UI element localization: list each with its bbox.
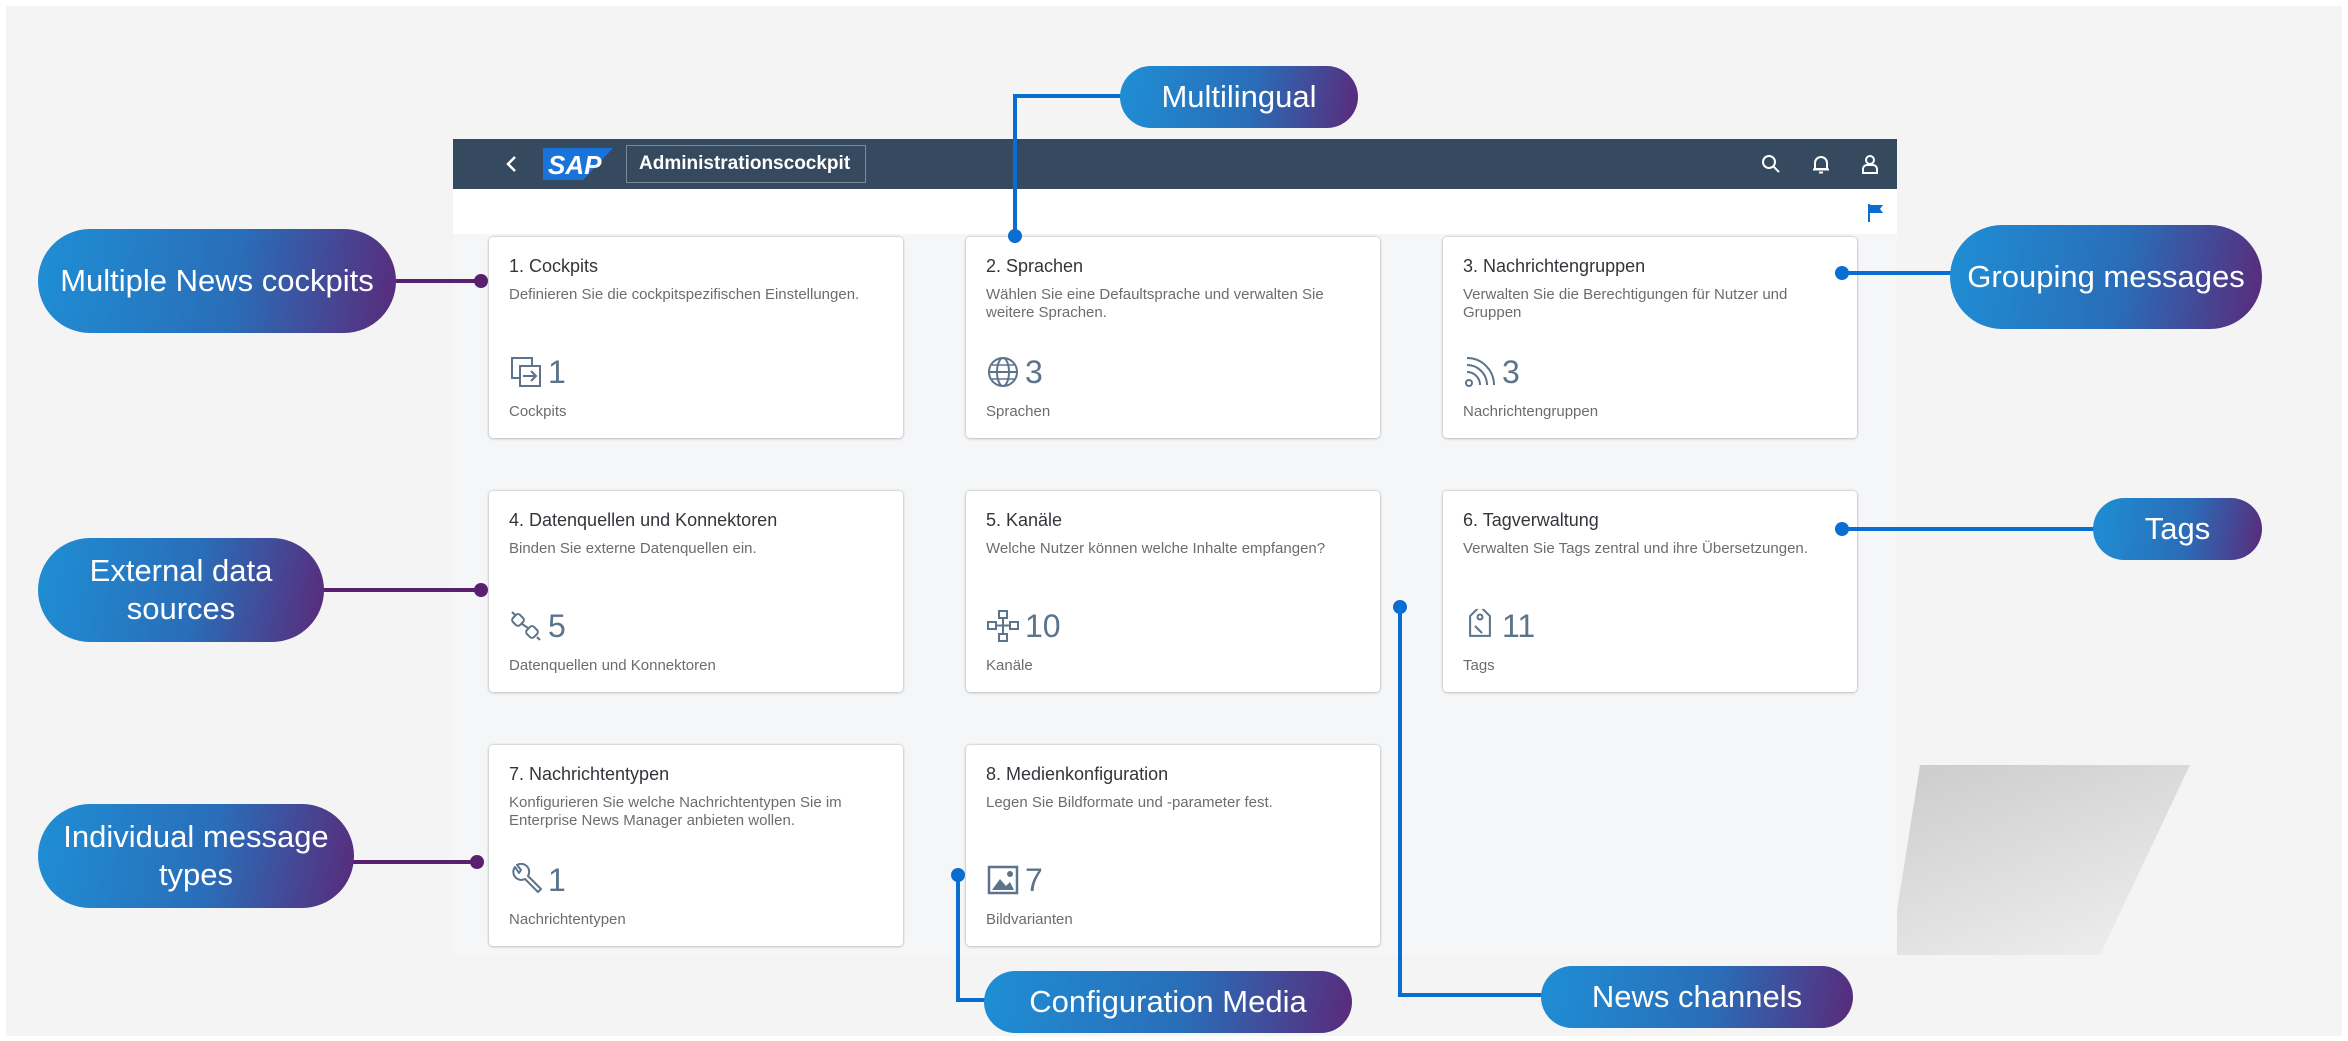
callout-individual-message-types: Individual message types [38,804,354,908]
callout-multilingual: Multilingual [1120,66,1358,128]
connector-media [956,875,988,1002]
callout-configuration-media: Configuration Media [984,971,1352,1033]
connector-dot [1393,600,1407,614]
connector-channels [1398,607,1545,997]
connector-dot [474,583,488,597]
connector-dot [470,855,484,869]
connector-dot [1008,229,1022,243]
callout-tags: Tags [2093,498,2262,560]
callout-grouping-messages: Grouping messages [1950,225,2262,329]
callout-multiple-news-cockpits: Multiple News cockpits [38,229,396,333]
slide: SAP Administrationscockpit▼ [0,0,2348,1041]
callout-news-channels: News channels [1541,966,1853,1028]
connector-dot [1835,266,1849,280]
connector-multilingual [1013,94,1125,236]
connector-dot [474,274,488,288]
connector-dot [951,868,965,882]
callout-external-data-sources: External data sources [38,538,324,642]
connector-dot [1835,522,1849,536]
